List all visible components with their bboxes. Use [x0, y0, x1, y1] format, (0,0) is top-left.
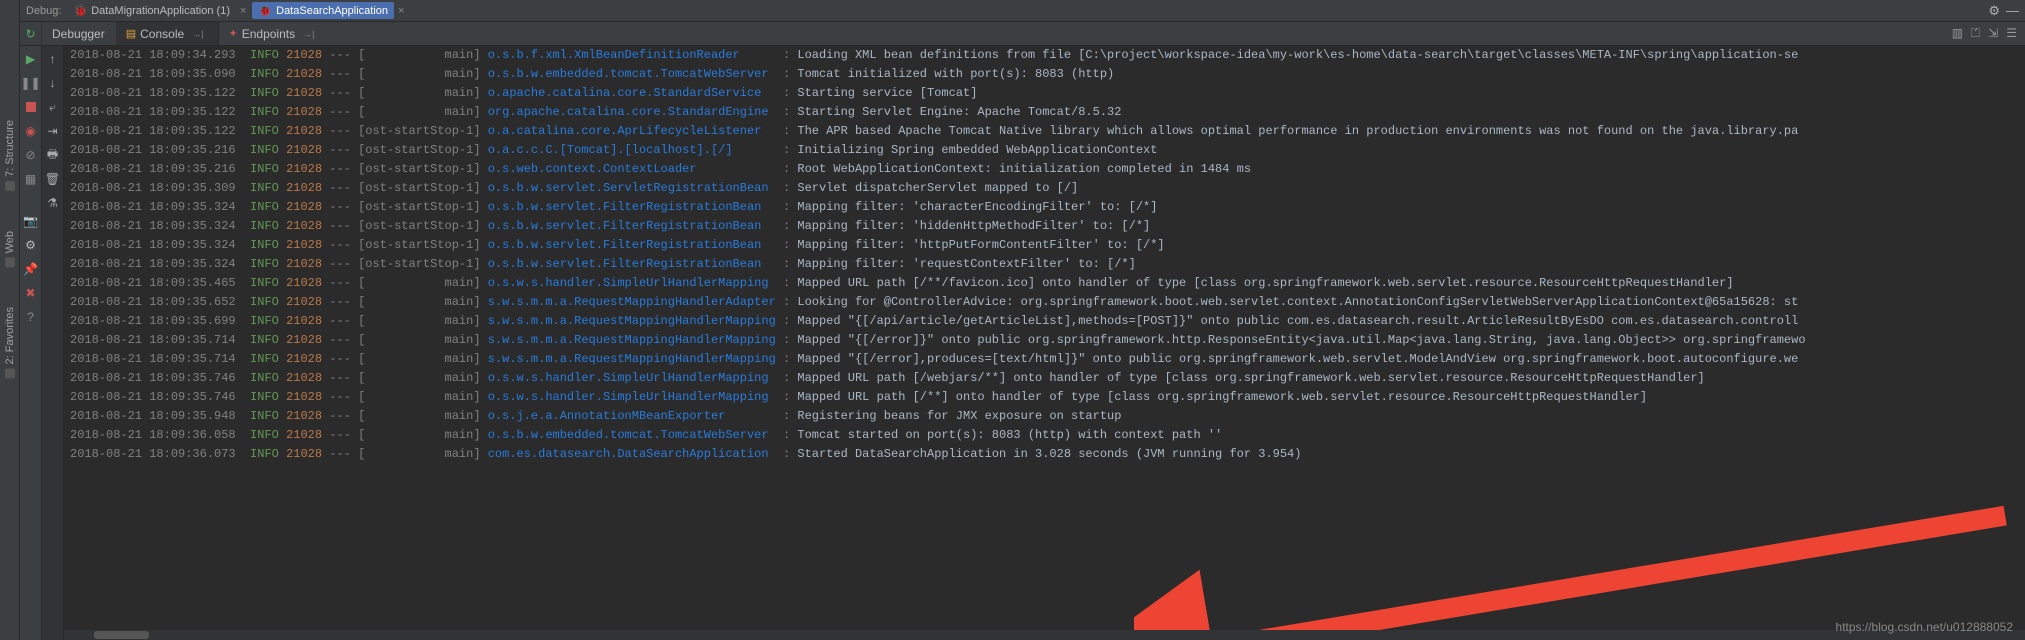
web-icon [5, 257, 15, 267]
tab-endpoints[interactable]: ✦ Endpoints →| [219, 22, 330, 45]
pin-icon[interactable]: 📌 [24, 262, 38, 276]
thread-dump-icon[interactable]: 📷 [24, 214, 38, 228]
console-action-gutter: ↑ ↓ ⤶ ⇥ 🖶 🗑 ⚗ [42, 46, 64, 640]
log-line: 2018-08-21 18:09:35.948 INFO 21028 --- [… [70, 407, 2019, 426]
log-line: 2018-08-21 18:09:35.216 INFO 21028 --- [… [70, 160, 2019, 179]
log-line: 2018-08-21 18:09:35.090 INFO 21028 --- [… [70, 65, 2019, 84]
log-line: 2018-08-21 18:09:35.714 INFO 21028 --- [… [70, 331, 2019, 350]
run-config-2[interactable]: 🐞 DataSearchApplication [252, 2, 394, 19]
log-line: 2018-08-21 18:09:35.309 INFO 21028 --- [… [70, 179, 2019, 198]
log-line: 2018-08-21 18:09:35.324 INFO 21028 --- [… [70, 236, 2019, 255]
layout-icon[interactable]: ▥ [1952, 26, 1963, 41]
print-icon[interactable]: 🖶 [46, 148, 60, 162]
debugger-gutter: ▶ ❚❚ ◉ ⊘ ▦ 📷 ⚙ 📌 ✖ ? [20, 46, 42, 640]
soft-wrap-icon[interactable]: ⤶ [46, 100, 60, 114]
stop-icon[interactable] [24, 100, 38, 114]
clear-icon[interactable]: 🗑 [46, 172, 60, 186]
more-icon[interactable]: ☰ [2006, 26, 2017, 41]
log-line: 2018-08-21 18:09:35.714 INFO 21028 --- [… [70, 350, 2019, 369]
watermark: https://blog.csdn.net/u012888052 [1836, 620, 2013, 634]
log-line: 2018-08-21 18:09:35.324 INFO 21028 --- [… [70, 217, 2019, 236]
debug-body: ▶ ❚❚ ◉ ⊘ ▦ 📷 ⚙ 📌 ✖ ? ↑ ↓ ⤶ ⇥ 🖶 🗑 ⚗ 2018-… [20, 46, 2025, 640]
debug-toolbar: ↻ Debugger ▤ Console →| ✦ Endpoints →| ▥… [20, 22, 2025, 46]
mute-breakpoints-icon[interactable]: ⊘ [24, 148, 38, 162]
up-stack-icon[interactable]: ↑ [46, 52, 60, 66]
minimize-icon[interactable]: — [2006, 3, 2019, 18]
log-line: 2018-08-21 18:09:35.324 INFO 21028 --- [… [70, 198, 2019, 217]
filter-icon[interactable]: ⚗ [46, 196, 60, 210]
scrollbar-thumb[interactable] [94, 631, 149, 639]
log-line: 2018-08-21 18:09:35.216 INFO 21028 --- [… [70, 141, 2019, 160]
run-config-1[interactable]: 🐞 DataMigrationApplication (1) [67, 2, 236, 19]
log-line: 2018-08-21 18:09:35.699 INFO 21028 --- [… [70, 312, 2019, 331]
log-line: 2018-08-21 18:09:35.122 INFO 21028 --- [… [70, 103, 2019, 122]
log-line: 2018-08-21 18:09:34.293 INFO 21028 --- [… [70, 46, 2019, 65]
log-line: 2018-08-21 18:09:35.746 INFO 21028 --- [… [70, 369, 2019, 388]
chevron-right-icon: →| [188, 29, 207, 39]
log-line: 2018-08-21 18:09:35.465 INFO 21028 --- [… [70, 274, 2019, 293]
debug-panel: Debug: 🐞 DataMigrationApplication (1) × … [20, 0, 2025, 640]
debug-label: Debug: [26, 5, 61, 17]
rerun-icon[interactable]: ↻ [25, 27, 35, 41]
settings-icon[interactable]: ⚙ [24, 238, 38, 252]
scroll-end-icon[interactable]: ⇥ [46, 124, 60, 138]
tab-console[interactable]: ▤ Console →| [116, 22, 219, 45]
close-config-1[interactable]: × [240, 5, 246, 17]
view-breakpoints-icon[interactable]: ◉ [24, 124, 38, 138]
tab-debugger[interactable]: Debugger [42, 22, 116, 45]
console-icon: ▤ [126, 27, 136, 40]
run-config-1-label: DataMigrationApplication (1) [91, 5, 230, 17]
favorites-tool-button[interactable]: 2: Favorites [4, 307, 16, 378]
web-tool-button[interactable]: Web [4, 231, 16, 267]
star-icon [5, 369, 15, 379]
debug-tabset: Debugger ▤ Console →| ✦ Endpoints →| [42, 22, 329, 45]
structure-tool-button[interactable]: 7: Structure [4, 120, 16, 191]
bug-icon: 🐞 [73, 4, 87, 17]
pause-icon[interactable]: ❚❚ [24, 76, 38, 90]
chevron-right-icon: →| [299, 29, 318, 39]
help-icon[interactable]: ? [24, 310, 38, 324]
close-icon[interactable]: ✖ [24, 286, 38, 300]
log-line: 2018-08-21 18:09:35.746 INFO 21028 --- [… [70, 388, 2019, 407]
h-scrollbar[interactable] [64, 630, 2025, 640]
resume-icon[interactable]: ▶ [24, 52, 38, 66]
log-line: 2018-08-21 18:09:35.324 INFO 21028 --- [… [70, 255, 2019, 274]
log-line: 2018-08-21 18:09:35.122 INFO 21028 --- [… [70, 84, 2019, 103]
close-config-2[interactable]: × [398, 5, 404, 17]
endpoints-icon: ✦ [229, 27, 238, 40]
structure-icon [5, 181, 15, 191]
bug-icon: 🐞 [258, 4, 272, 17]
rerun-gutter: ↻ [20, 22, 42, 45]
export-icon[interactable]: ⇲ [1988, 26, 1998, 41]
layout-icon[interactable]: ▦ [24, 172, 38, 186]
log-line: 2018-08-21 18:09:36.058 INFO 21028 --- [… [70, 426, 2019, 445]
right-toolbar: ▥ ⏍ ⇲ ☰ [1952, 26, 2025, 41]
log-line: 2018-08-21 18:09:35.122 INFO 21028 --- [… [70, 122, 2019, 141]
log-line: 2018-08-21 18:09:36.073 INFO 21028 --- [… [70, 445, 2019, 464]
annotation-arrow [1134, 476, 2025, 640]
console-output[interactable]: 2018-08-21 18:09:34.293 INFO 21028 --- [… [64, 46, 2025, 640]
pin-icon[interactable]: ⏍ [1971, 26, 1980, 41]
tool-window-strip: 7: Structure Web 2: Favorites [0, 0, 20, 640]
log-line: 2018-08-21 18:09:35.652 INFO 21028 --- [… [70, 293, 2019, 312]
run-config-2-label: DataSearchApplication [276, 5, 388, 17]
debug-header: Debug: 🐞 DataMigrationApplication (1) × … [20, 0, 2025, 22]
settings-icon[interactable]: ⚙ [1988, 3, 2000, 19]
down-stack-icon[interactable]: ↓ [46, 76, 60, 90]
